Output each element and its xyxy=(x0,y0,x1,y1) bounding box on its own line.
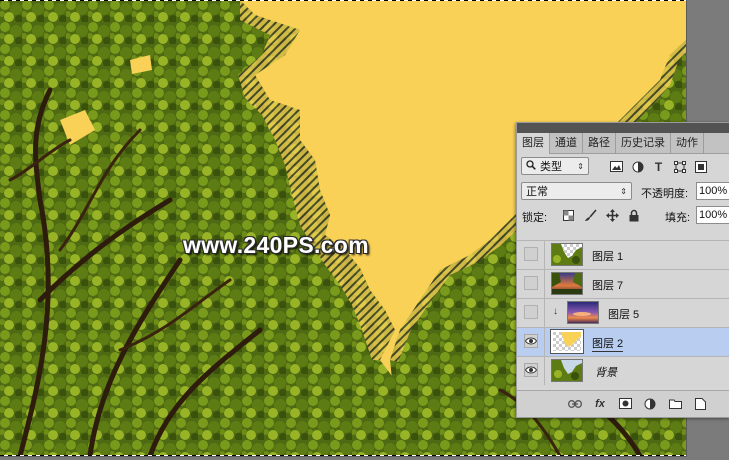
new-layer-icon[interactable] xyxy=(692,396,708,411)
tab-actions[interactable]: 动作 xyxy=(671,133,704,153)
layer-name: 背景 xyxy=(595,367,617,379)
layer-thumbnail xyxy=(550,329,584,354)
opacity-input[interactable]: 100% xyxy=(696,182,729,200)
panel-titlebar[interactable] xyxy=(517,123,729,133)
visibility-toggle[interactable] xyxy=(524,276,538,290)
layer-thumbnail xyxy=(551,243,583,266)
visibility-toggle[interactable] xyxy=(524,334,538,348)
adjustment-icon[interactable] xyxy=(630,159,645,174)
layer-row-1[interactable]: 图层 1 xyxy=(517,240,729,269)
filter-kind-select[interactable]: 类型 ⇕ xyxy=(521,157,589,175)
layers-panel: 图层 通道 路径 历史记录 动作 类型 ⇕ T 正常 ⇕ 不透明度: 100% … xyxy=(516,122,729,418)
opacity-label: 不透明度: xyxy=(641,188,689,200)
panel-bottom-bar: fx xyxy=(517,390,729,417)
shape-icon[interactable] xyxy=(672,159,687,174)
layer-row-2[interactable]: 图层 2 xyxy=(517,327,729,356)
up-down-arrow-icon: ⇕ xyxy=(577,161,584,171)
layer-thumbnail xyxy=(567,301,599,324)
layer-thumbnail xyxy=(551,272,583,295)
filter-row: 类型 ⇕ T xyxy=(517,154,729,180)
visibility-toggle[interactable] xyxy=(524,363,538,377)
lock-all-icon[interactable] xyxy=(627,207,641,223)
smart-object-icon[interactable] xyxy=(693,159,708,174)
tab-paths[interactable]: 路径 xyxy=(583,133,616,153)
divider xyxy=(544,241,545,269)
fill-input[interactable]: 100% xyxy=(696,206,729,224)
layer-name: 图层 5 xyxy=(608,309,640,321)
divider xyxy=(544,299,545,327)
clipping-mask-arrow-icon: ↓ xyxy=(553,306,558,317)
divider xyxy=(544,357,545,385)
fill-label: 填充: xyxy=(665,212,691,224)
blend-mode-select[interactable]: 正常 ⇕ xyxy=(521,182,632,200)
lock-paint-icon[interactable] xyxy=(583,207,597,223)
tab-channels[interactable]: 通道 xyxy=(550,133,583,153)
watermark-text: www.240PS.com xyxy=(183,232,369,258)
layer-row-5[interactable]: ↓ 图层 5 xyxy=(517,298,729,327)
lock-transparency-icon[interactable] xyxy=(561,207,575,223)
visibility-toggle[interactable] xyxy=(524,305,538,319)
layer-row-background[interactable]: 背景 xyxy=(517,356,729,385)
search-icon xyxy=(526,159,536,173)
lock-row: 锁定: 填充: 100% xyxy=(517,204,729,228)
up-down-arrow-icon: ⇕ xyxy=(620,186,627,196)
fx-icon[interactable]: fx xyxy=(592,396,608,411)
type-icon[interactable]: T xyxy=(651,159,666,174)
layer-name: 图层 2 xyxy=(592,335,624,352)
adjustment-layer-icon[interactable] xyxy=(642,396,658,411)
divider xyxy=(544,270,545,298)
layer-name: 图层 1 xyxy=(592,251,624,263)
tab-layers[interactable]: 图层 xyxy=(517,133,550,154)
layer-thumbnail xyxy=(551,359,583,382)
divider xyxy=(544,328,545,356)
layer-name: 图层 7 xyxy=(592,280,624,292)
layers-list: 图层 1 图层 7 ↓ 图层 5 图层 2 背景 xyxy=(517,240,729,385)
lock-position-icon[interactable] xyxy=(605,207,619,223)
visibility-toggle[interactable] xyxy=(524,247,538,261)
new-group-icon[interactable] xyxy=(667,396,683,411)
eye-icon xyxy=(525,366,537,374)
blend-row: 正常 ⇕ 不透明度: 100% xyxy=(517,180,729,204)
image-icon[interactable] xyxy=(609,159,624,174)
panel-tabs: 图层 通道 路径 历史记录 动作 xyxy=(517,133,729,154)
blend-mode-value: 正常 xyxy=(526,186,548,198)
lock-label: 锁定: xyxy=(522,212,548,224)
eye-icon xyxy=(525,337,537,345)
tab-history[interactable]: 历史记录 xyxy=(616,133,671,153)
link-icon[interactable] xyxy=(567,396,583,411)
add-mask-icon[interactable] xyxy=(617,396,633,411)
filter-kind-value: 类型 xyxy=(540,161,562,173)
layer-row-7[interactable]: 图层 7 xyxy=(517,269,729,298)
